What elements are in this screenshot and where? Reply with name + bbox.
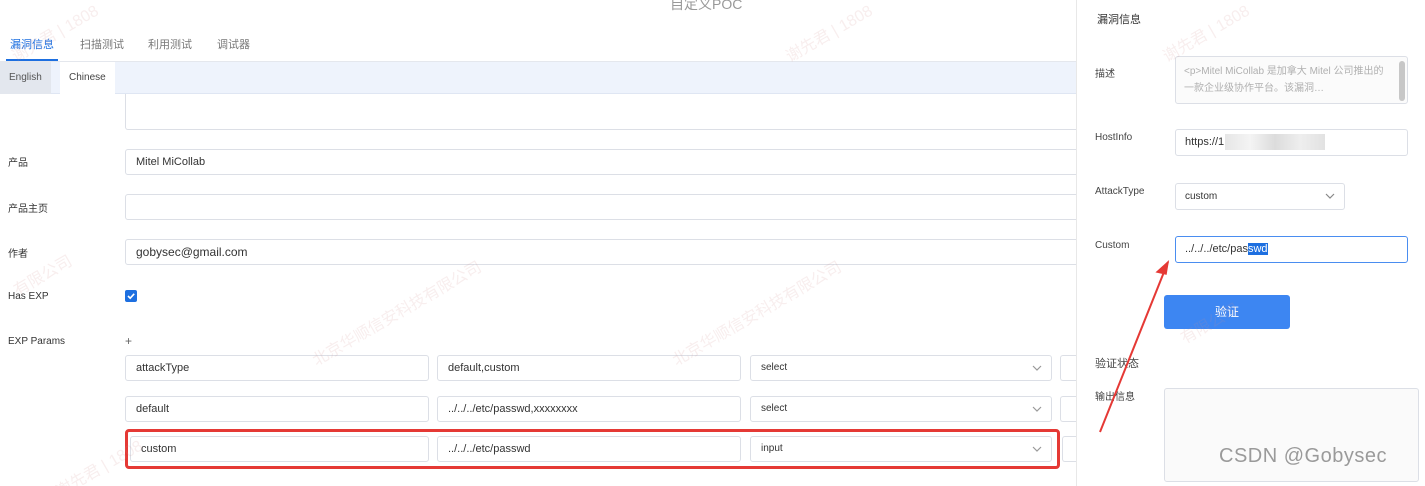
csdn-watermark: CSDN @Gobysec: [1219, 445, 1387, 467]
annotation-arrow: [1099, 259, 1170, 433]
